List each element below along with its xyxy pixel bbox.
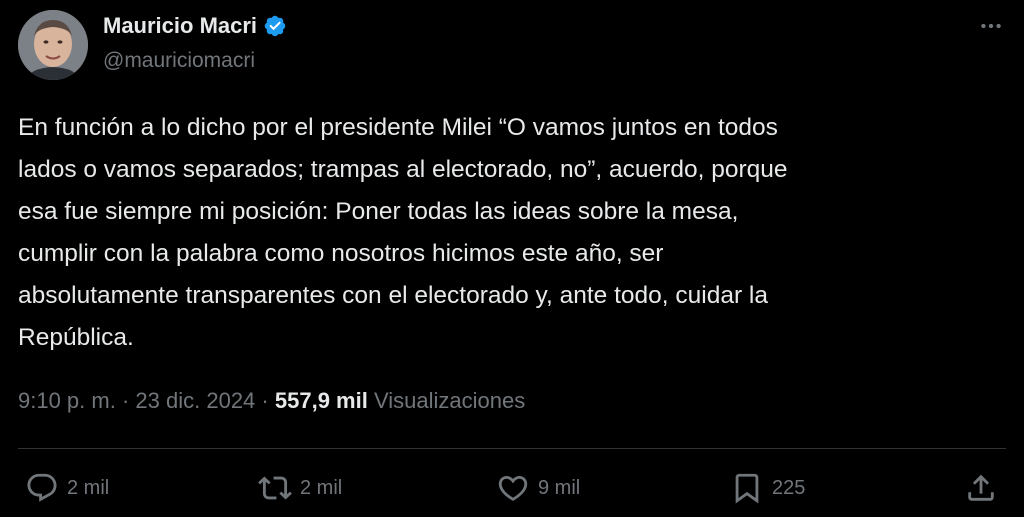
- author-name-row[interactable]: Mauricio Macri: [103, 12, 287, 40]
- divider: [18, 448, 1006, 449]
- share-icon: [968, 474, 994, 501]
- bookmark-button[interactable]: 225: [730, 471, 805, 505]
- reply-button[interactable]: 2 mil: [25, 471, 109, 505]
- repost-count: 2 mil: [300, 477, 343, 499]
- tweet-text: En función a lo dicho por el presidente …: [18, 114, 788, 351]
- views-count: 557,9 mil: [274, 388, 368, 413]
- bookmark-icon: [735, 473, 759, 504]
- repost-button[interactable]: 2 mil: [258, 471, 342, 505]
- meta-separator: ·: [261, 388, 269, 413]
- more-dots-icon: [981, 23, 1001, 29]
- bookmark-count: 225: [772, 477, 806, 499]
- like-button[interactable]: 9 mil: [496, 471, 580, 505]
- verified-badge-icon[interactable]: [263, 14, 287, 38]
- reply-icon: [27, 473, 57, 502]
- like-count: 9 mil: [538, 477, 581, 499]
- tweet-time[interactable]: 9:10 p. m.: [18, 388, 116, 413]
- author-display-name[interactable]: Mauricio Macri: [103, 12, 257, 40]
- views-label: Visualizaciones: [373, 388, 526, 413]
- author-handle[interactable]: @mauriciomacri: [103, 47, 255, 75]
- repost-icon: [258, 476, 292, 500]
- share-button[interactable]: [964, 471, 998, 505]
- reply-count: 2 mil: [67, 477, 110, 499]
- more-options-button[interactable]: [976, 14, 1006, 38]
- meta-separator: ·: [121, 388, 130, 413]
- avatar-image: [18, 10, 88, 80]
- tweet-date[interactable]: 23 dic. 2024: [135, 388, 255, 413]
- avatar[interactable]: [18, 10, 88, 80]
- tweet-meta: 9:10 p. m. · 23 dic. 2024 · 557,9 mil Vi…: [18, 386, 525, 416]
- heart-icon: [498, 475, 528, 501]
